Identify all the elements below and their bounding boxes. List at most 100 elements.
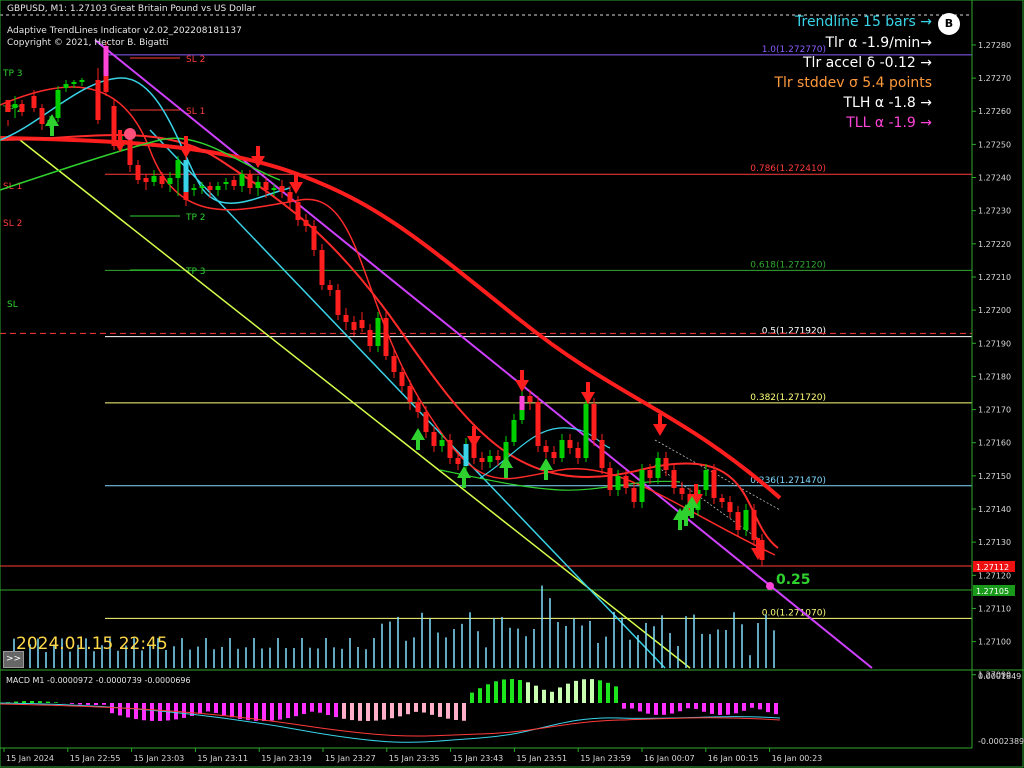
price-tick-label: 1.27220 — [978, 240, 1011, 249]
macd-histogram-bar — [70, 703, 74, 704]
candle-body — [599, 440, 605, 468]
macd-histogram-bar — [766, 703, 770, 713]
candle-body — [311, 226, 317, 250]
macd-histogram-bar — [390, 703, 394, 719]
macd-histogram-bar — [54, 702, 58, 703]
info-trendline: Trendline 15 bars → — [795, 14, 932, 30]
macd-histogram-bar — [398, 703, 402, 717]
macd-histogram-bar — [646, 703, 650, 714]
price-tick-label: 1.27210 — [978, 273, 1011, 282]
candle-body — [159, 176, 165, 184]
candle-body — [359, 320, 365, 328]
fib-label: 0.786(1.272410) — [750, 164, 826, 174]
fib-label: 0.618(1.272120) — [750, 260, 826, 270]
macd-histogram-bar — [446, 703, 450, 719]
macd-histogram-bar — [494, 681, 498, 703]
macd-histogram-bar — [534, 685, 538, 703]
macd-histogram-bar — [574, 680, 578, 703]
price-tick-label: 1.27280 — [978, 41, 1011, 50]
macd-histogram-bar — [414, 703, 418, 712]
candle-body — [615, 476, 621, 490]
candle-body — [727, 502, 733, 512]
trade-level-label: TP 2 — [2, 105, 23, 115]
macd-histogram-bar — [214, 703, 218, 713]
candle-body — [663, 458, 669, 470]
candle-body — [511, 420, 517, 442]
candle-body — [487, 456, 493, 462]
macd-histogram-bar — [158, 703, 162, 721]
candle-body — [263, 182, 269, 190]
macd-histogram-bar — [550, 691, 554, 703]
macd-histogram-bar — [422, 703, 426, 713]
candle-body — [647, 470, 653, 478]
macd-histogram-bar — [590, 679, 594, 703]
candle-body — [415, 402, 421, 412]
macd-histogram-bar — [654, 703, 658, 715]
candle-body — [551, 452, 557, 458]
trade-level-label: SL — [7, 300, 18, 310]
candle-body — [631, 488, 637, 502]
macd-histogram-bar — [614, 686, 618, 703]
macd-histogram-bar — [86, 703, 90, 705]
macd-histogram-bar — [622, 703, 626, 709]
candle-body — [559, 440, 565, 458]
macd-histogram-bar — [126, 703, 130, 718]
macd-histogram-bar — [462, 703, 466, 721]
macd-histogram-bar — [470, 692, 474, 703]
candle-body — [95, 80, 101, 120]
macd-histogram-bar — [46, 701, 50, 703]
candle-body — [223, 182, 229, 184]
candle-body — [703, 470, 709, 490]
time-tick-label: 15 Jan 2024 — [6, 754, 54, 763]
candle-body — [495, 456, 501, 460]
fib-label: 0.382(1.271720) — [750, 393, 826, 403]
macd-histogram-bar — [486, 684, 490, 703]
macd-histogram-bar — [558, 687, 562, 703]
candle-body — [391, 356, 397, 372]
macd-histogram-bar — [342, 703, 346, 719]
macd-histogram-bar — [406, 703, 410, 715]
candle-body — [639, 470, 645, 502]
candle-body — [271, 188, 277, 190]
spread-label: 0.25 — [776, 572, 811, 588]
macd-histogram-bar — [566, 683, 570, 703]
candle-body — [351, 322, 357, 330]
candle-body — [215, 186, 221, 190]
candle-body — [63, 84, 69, 88]
info-tll-alpha: TLL α -1.9 → — [846, 115, 932, 131]
signal-star-icon — [124, 128, 136, 140]
macd-histogram-bar — [38, 701, 42, 703]
time-tick-label: 15 Jan 23:19 — [261, 754, 312, 763]
price-tick-label: 1.27160 — [978, 439, 1011, 448]
macd-histogram-bar — [270, 703, 274, 721]
price-tick-label: 1.27190 — [978, 339, 1011, 348]
candle-body — [535, 402, 541, 446]
candle-body — [12, 104, 18, 108]
time-tick-label: 16 Jan 00:07 — [644, 754, 695, 763]
macd-histogram-bar — [638, 703, 642, 712]
time-tick-label: 15 Jan 23:59 — [580, 754, 631, 763]
macd-histogram-bar — [518, 679, 522, 703]
macd-histogram-bar — [78, 703, 82, 705]
candle-body — [231, 180, 237, 186]
candle-body — [55, 90, 61, 118]
candle-body — [5, 100, 11, 112]
trade-level-label: TP 3 — [2, 69, 23, 79]
macd-histogram-bar — [334, 703, 338, 718]
candle-body — [591, 404, 597, 440]
candle-highlight — [463, 444, 469, 466]
info-tlr-alpha: Tlr α -1.9/min→ — [825, 35, 933, 51]
scroll-to-end-button[interactable]: >> — [3, 651, 24, 668]
macd-histogram-bar — [238, 703, 242, 719]
candle-highlight — [103, 46, 109, 76]
candle-body — [39, 108, 45, 124]
candle-body — [287, 192, 293, 202]
time-tick-label: 15 Jan 23:35 — [389, 754, 440, 763]
candle-highlight — [519, 396, 525, 410]
macd-histogram-bar — [438, 703, 442, 717]
price-tick-label: 1.27180 — [978, 372, 1011, 381]
candle-body — [679, 488, 685, 494]
macd-histogram-bar — [502, 679, 506, 703]
macd-histogram-bar — [142, 703, 146, 721]
price-tick-label: 1.27140 — [978, 505, 1011, 514]
